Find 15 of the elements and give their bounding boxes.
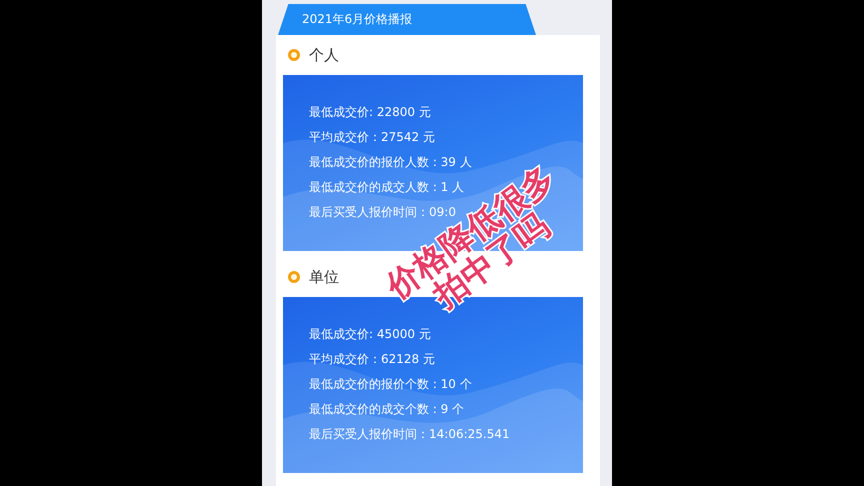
info-text: 最后买受人报价时间：14:06:25.541 bbox=[309, 426, 510, 443]
info-text: 最低成交价的报价人数 : 39 人 bbox=[309, 154, 472, 171]
ring-dot-icon bbox=[288, 49, 300, 61]
section-title: 单位 bbox=[309, 268, 339, 286]
section-title: 个人 bbox=[309, 46, 339, 64]
header-title: 2021年6月价格播报 bbox=[302, 11, 412, 28]
info-text: 最低成交价: 22800 元 bbox=[309, 104, 431, 121]
info-text: 最低成交价: 45000 元 bbox=[309, 326, 431, 343]
info-text: 最后买受人报价时间：09:0 bbox=[309, 204, 456, 221]
info-text: 平均成交价：27542 元 bbox=[309, 129, 435, 146]
info-text: 最低成交价的成交个数 : 9 个 bbox=[309, 401, 464, 418]
info-text: 最低成交价的成交人数 : 1 人 bbox=[309, 179, 464, 196]
ring-dot-icon bbox=[288, 271, 300, 283]
info-text: 平均成交价：62128 元 bbox=[309, 351, 435, 368]
info-text: 最低成交价的报价个数 : 10 个 bbox=[309, 376, 472, 393]
